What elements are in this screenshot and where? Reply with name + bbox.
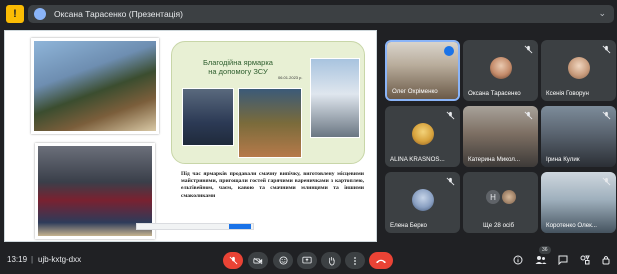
avatar <box>490 57 512 79</box>
participant-name: Коротенко Олек... <box>546 222 598 229</box>
top-bar: ! Оксана Тарасенко (Презентація) ⌄ <box>0 0 617 28</box>
participant-name: Елена Берко <box>390 222 427 229</box>
info-icon <box>513 255 523 265</box>
avatar-initial: Н <box>486 190 500 204</box>
participant-name: Оксана Тарасенко <box>468 90 521 97</box>
mic-off-icon <box>446 111 455 120</box>
participant-tile[interactable]: Ірина Кулик <box>541 106 616 167</box>
presentation-banner[interactable]: Оксана Тарасенко (Презентація) ⌄ <box>28 5 614 23</box>
host-controls-button[interactable] <box>599 253 613 267</box>
clock: 13:19 <box>7 255 28 264</box>
fair-photo-top <box>31 38 159 134</box>
more-participants-label: Ще 28 осіб <box>483 222 515 229</box>
bottom-bar: 13:19 | ujb-kxtg-dxx 36 <box>0 246 617 274</box>
presenter-avatar <box>34 8 46 20</box>
present-button[interactable] <box>297 252 317 269</box>
banner-photo-2 <box>238 88 302 158</box>
presenter-label: Оксана Тарасенко (Презентація) <box>54 9 183 19</box>
shared-slide: Благодійна ярмарка на допомогу ЗСУ 06.01… <box>4 30 377 242</box>
participant-tile[interactable]: Ксенія Говорун <box>541 40 616 101</box>
participant-tile[interactable]: Оксана Тарасенко <box>463 40 538 101</box>
raise-hand-button[interactable] <box>321 252 341 269</box>
mic-off-icon <box>229 256 237 265</box>
participant-name: ALINA KRASNOS... <box>390 156 445 163</box>
banner-date: 06.01.2023 р. <box>278 75 303 80</box>
mic-off-icon <box>602 111 611 120</box>
chat-button[interactable] <box>556 253 570 267</box>
participant-name: Ірина Кулик <box>546 156 580 163</box>
emoji-icon <box>278 256 288 265</box>
camera-off-button[interactable] <box>248 252 268 269</box>
slide-toolbar[interactable] <box>136 223 254 230</box>
slide-caption: Під час ярмарків продавали смачну випічк… <box>181 171 364 199</box>
camera-off-icon <box>253 257 263 264</box>
chevron-down-icon[interactable]: ⌄ <box>598 8 606 19</box>
banner-photo-3 <box>310 58 360 138</box>
more-participants-tile[interactable]: Н Ще 28 осіб <box>463 172 538 233</box>
fair-banner: Благодійна ярмарка на допомогу ЗСУ 06.01… <box>171 41 365 164</box>
participant-tile[interactable]: Елена Берко <box>385 172 460 233</box>
meet-window: ! Оксана Тарасенко (Презентація) ⌄ Благо… <box>0 0 617 274</box>
leave-call-button[interactable] <box>369 252 393 269</box>
lock-person-icon <box>602 256 610 265</box>
mic-off-icon <box>602 177 611 186</box>
mic-off-icon <box>446 177 455 186</box>
participant-tile[interactable]: Коротенко Олек... <box>541 172 616 233</box>
participant-tile[interactable]: ALINA KRASNOS... <box>385 106 460 167</box>
shapes-icon <box>580 255 590 265</box>
participant-name: Олег Охріменко <box>392 88 438 95</box>
speaking-icon <box>444 46 454 56</box>
avatar <box>412 123 434 145</box>
chat-icon <box>558 255 568 265</box>
activities-button[interactable] <box>578 253 592 267</box>
meeting-info-button[interactable] <box>511 253 525 267</box>
avatar <box>568 57 590 79</box>
hand-icon <box>328 256 335 265</box>
participant-name: Катерина Микол... <box>468 156 521 163</box>
participant-tile[interactable]: Катерина Микол... <box>463 106 538 167</box>
more-options-button[interactable] <box>345 252 365 269</box>
emoji-button[interactable] <box>273 252 293 269</box>
mic-off-icon <box>524 45 533 54</box>
meeting-code: ujb-kxtg-dxx <box>38 255 82 264</box>
participant-name: Ксенія Говорун <box>546 90 589 97</box>
avatar <box>502 190 516 204</box>
banner-photo-1 <box>182 88 234 146</box>
people-button[interactable] <box>534 253 548 267</box>
avatar <box>412 189 434 211</box>
banner-title: Благодійна ярмарка на допомогу ЗСУ <box>203 58 273 76</box>
hang-up-icon <box>375 259 387 263</box>
participant-tile[interactable]: Олег Охріменко <box>385 40 460 101</box>
shield-icon[interactable]: ! <box>6 5 24 23</box>
more-vert-icon <box>354 256 356 265</box>
people-icon <box>535 256 547 264</box>
mic-off-icon <box>524 111 533 120</box>
separator: | <box>31 255 34 264</box>
mic-off-button[interactable] <box>223 252 243 269</box>
slide-toolbar-button[interactable] <box>229 224 251 229</box>
present-screen-icon <box>302 256 312 264</box>
mic-off-icon <box>602 45 611 54</box>
